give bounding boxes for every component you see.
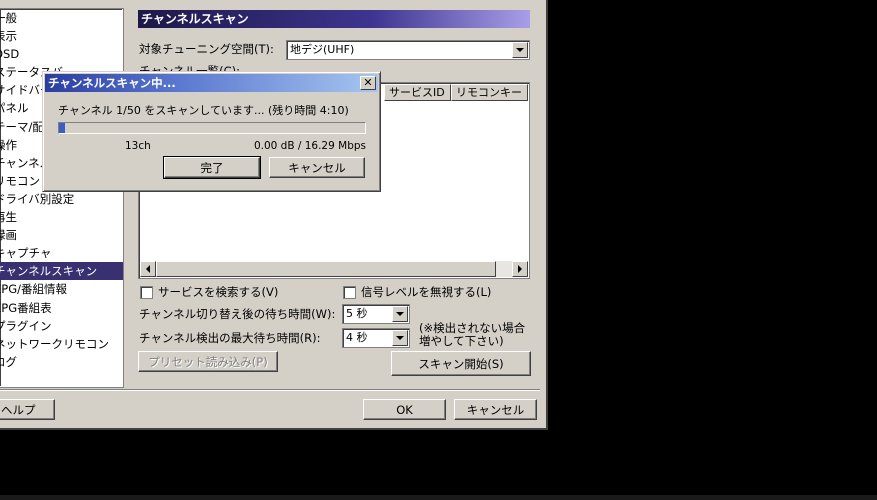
sidebar-item[interactable]: プラグイン: [0, 317, 123, 335]
section-title: チャンネルスキャン: [138, 10, 530, 28]
max-wait-label: チャンネル検出の最大待ち時間(R):: [139, 331, 321, 345]
ignore-signal-checkbox[interactable]: [343, 286, 356, 299]
current-channel: 13ch: [125, 140, 151, 152]
done-button[interactable]: 完了: [163, 156, 261, 179]
progress-title: チャンネルスキャン中...: [48, 76, 176, 90]
scroll-right-icon[interactable]: [512, 261, 528, 277]
sidebar-item[interactable]: ドライバ別設定: [0, 190, 123, 208]
tuning-space-label: 対象チューニング空間(T):: [139, 42, 274, 56]
sidebar-item[interactable]: 表示: [0, 27, 123, 45]
tuning-space-select[interactable]: 地デジ(UHF): [286, 40, 530, 60]
column-header-service-id[interactable]: サービスID: [384, 84, 451, 101]
sidebar-item[interactable]: EPG/番組情報: [0, 280, 123, 298]
sidebar-item[interactable]: 再生: [0, 208, 123, 226]
dropdown-arrow-icon[interactable]: [392, 330, 408, 346]
scroll-thumb[interactable]: [156, 261, 496, 277]
load-preset-button[interactable]: プリセット読み込み(P): [138, 351, 278, 372]
help-button[interactable]: ヘルプ: [0, 399, 55, 420]
progress-cancel-button[interactable]: キャンセル: [269, 157, 365, 178]
sidebar-item[interactable]: 録画: [0, 226, 123, 244]
dropdown-arrow-icon[interactable]: [512, 42, 528, 58]
note-line-2: 増やして下さい): [419, 334, 504, 348]
close-icon[interactable]: ✕: [360, 76, 376, 90]
horizontal-scrollbar[interactable]: [140, 261, 528, 277]
sidebar-item[interactable]: EPG番組表: [0, 299, 123, 317]
progress-titlebar[interactable]: チャンネルスキャン中... ✕: [45, 74, 378, 92]
sidebar-item[interactable]: キャプチャ: [0, 244, 123, 262]
wait-after-switch-select[interactable]: 5 秒: [342, 304, 410, 324]
footer-separator: [0, 389, 540, 391]
scan-progress-dialog: チャンネルスキャン中... ✕ チャンネル 1/50 をスキャンしています...…: [42, 71, 381, 192]
cancel-button[interactable]: キャンセル: [454, 399, 537, 420]
scan-status-text: チャンネル 1/50 をスキャンしています... (残り時間 4:10): [58, 104, 349, 117]
sidebar-item[interactable]: 一般: [0, 9, 123, 27]
scan-progress-bar: [58, 122, 366, 134]
taskbar-edge: [0, 495, 877, 500]
column-header-remote-key[interactable]: リモコンキー: [451, 84, 528, 101]
sidebar-item[interactable]: ネットワークリモコン: [0, 335, 123, 353]
sidebar-item[interactable]: OSD: [0, 45, 123, 63]
search-services-checkbox[interactable]: [140, 286, 153, 299]
scan-progress-fill: [59, 123, 66, 133]
dropdown-arrow-icon[interactable]: [392, 306, 408, 322]
sidebar-item[interactable]: チャンネルスキャン: [0, 262, 123, 281]
ok-button[interactable]: OK: [363, 399, 446, 420]
max-wait-select[interactable]: 4 秒: [342, 328, 410, 348]
scroll-left-icon[interactable]: [140, 261, 156, 277]
max-wait-value: 4 秒: [346, 331, 368, 344]
start-scan-button[interactable]: スキャン開始(S): [391, 351, 531, 376]
settings-sidebar: 一般表示OSDステータスバーサイドバーパネルテーマ/配色操作チャンネル割り当てリ…: [0, 8, 124, 388]
wait-after-switch-value: 5 秒: [346, 307, 368, 320]
signal-info: 0.00 dB / 16.29 Mbps: [253, 140, 366, 152]
settings-dialog: 一般表示OSDステータスバーサイドバーパネルテーマ/配色操作チャンネル割り当てリ…: [0, 0, 548, 430]
tuning-space-value: 地デジ(UHF): [290, 43, 355, 56]
sidebar-item[interactable]: ログ: [0, 353, 123, 371]
search-services-label: サービスを検索する(V): [158, 285, 279, 299]
wait-after-switch-label: チャンネル切り替え後の待ち時間(W):: [139, 307, 336, 321]
ignore-signal-label: 信号レベルを無視する(L): [361, 285, 492, 299]
